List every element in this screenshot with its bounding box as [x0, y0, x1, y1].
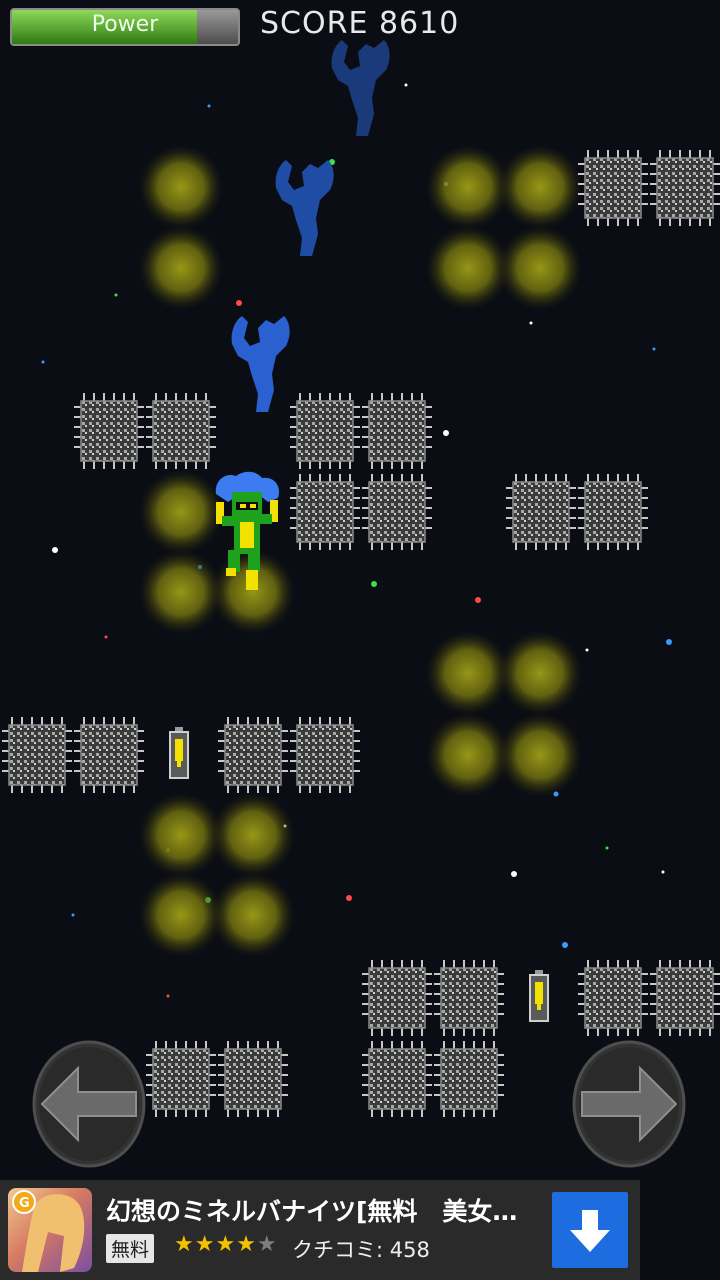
ad-title[interactable]: 幻想のミネルバナイツ[無料 美女…: [106, 1192, 517, 1228]
chip-block: [433, 959, 505, 1037]
ad-review-count: クチコミ: 458: [292, 1238, 430, 1262]
energy-orb: [139, 873, 223, 957]
ad-rating-stars-empty: ★: [256, 1232, 278, 1257]
chip-blocks: [1, 149, 720, 1118]
score-display: SCORE 8610: [260, 6, 460, 41]
chip-block: [649, 149, 720, 227]
ad-rating: ★★★★★: [174, 1232, 278, 1257]
ad-banner[interactable]: G 幻想のミネルバナイツ[無料 美女… 無料 ★★★★★ クチコミ: 458: [0, 1180, 640, 1280]
energy-orbs: [139, 145, 582, 957]
chip-block: [289, 716, 361, 794]
starfield: [41, 83, 672, 1059]
svg-text:G: G: [19, 1196, 30, 1211]
chip-block: [145, 1040, 217, 1118]
chip-block: [217, 716, 289, 794]
chip-block: [577, 149, 649, 227]
chip-block: [1, 716, 73, 794]
energy-orb: [498, 713, 582, 797]
chip-block: [289, 473, 361, 551]
energy-orb: [139, 793, 223, 877]
battery-pickup: [169, 726, 189, 779]
energy-orb: [139, 226, 223, 310]
chip-block: [361, 392, 433, 470]
chip-block: [73, 716, 145, 794]
diver-afterimage: [275, 160, 334, 256]
chip-block: [145, 392, 217, 470]
chip-block: [433, 1040, 505, 1118]
energy-orb: [426, 631, 510, 715]
chip-block: [577, 473, 649, 551]
diver-afterimage: [231, 316, 290, 412]
energy-orb: [139, 145, 223, 229]
chip-block: [361, 473, 433, 551]
diver-afterimage: [331, 40, 390, 136]
chip-block: [361, 959, 433, 1037]
chip-block: [73, 392, 145, 470]
energy-orb: [498, 226, 582, 310]
energy-orb: [498, 145, 582, 229]
ad-download-button[interactable]: [552, 1192, 628, 1268]
chip-block: [505, 473, 577, 551]
energy-orb: [426, 713, 510, 797]
energy-orb: [498, 631, 582, 715]
chip-block: [217, 1040, 289, 1118]
energy-orb: [426, 226, 510, 310]
energy-orb: [211, 873, 295, 957]
power-label: Power: [91, 12, 159, 37]
move-left-button[interactable]: [32, 1040, 146, 1168]
power-meter: Power: [10, 8, 240, 46]
chip-block: [649, 959, 720, 1037]
energy-orb: [426, 145, 510, 229]
chip-block: [361, 1040, 433, 1118]
battery-pickup: [529, 969, 549, 1022]
energy-orb: [139, 470, 223, 554]
energy-orb: [139, 550, 223, 634]
ad-rating-stars-filled: ★★★★: [174, 1232, 257, 1257]
energy-orb: [211, 793, 295, 877]
move-right-button[interactable]: [572, 1040, 686, 1168]
chip-block: [289, 392, 361, 470]
ad-free-badge: 無料: [106, 1234, 155, 1263]
ad-app-icon[interactable]: G: [8, 1188, 92, 1272]
download-arrow-icon: [570, 1210, 610, 1252]
chip-block: [577, 959, 649, 1037]
